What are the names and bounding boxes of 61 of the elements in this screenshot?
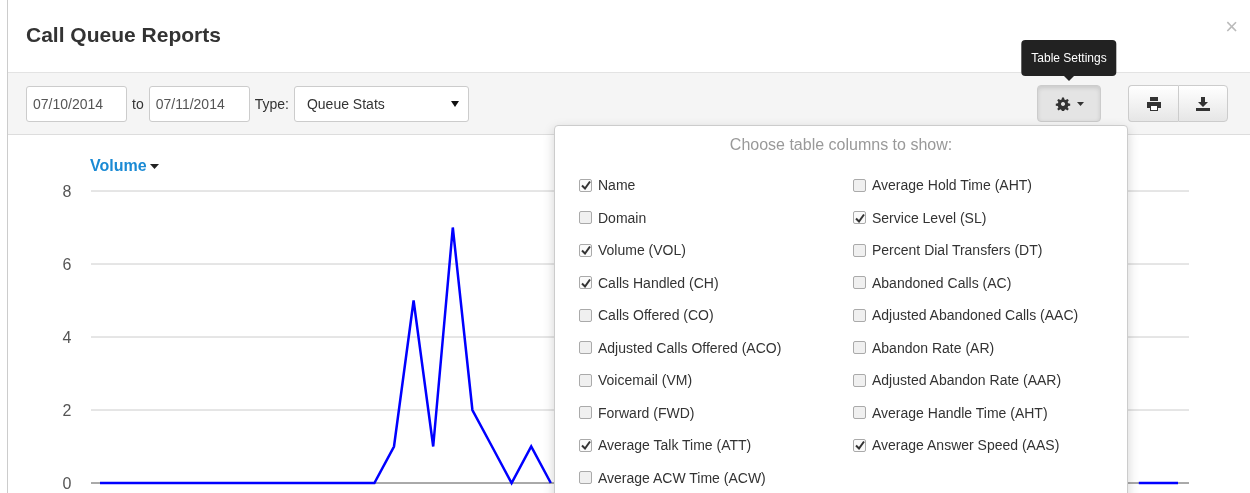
caret-icon <box>1076 101 1084 106</box>
checkbox[interactable] <box>579 243 592 257</box>
checkbox-label: Domain <box>598 209 647 226</box>
tooltip: Table Settings <box>1021 40 1117 76</box>
checkbox-label: Volume (VOL) <box>598 242 686 259</box>
checkbox-label: Adjusted Calls Offered (ACO) <box>598 339 782 356</box>
checkbox[interactable] <box>853 308 866 322</box>
checkbox-label: Voicemail (VM) <box>598 372 693 389</box>
checkbox[interactable] <box>579 276 592 290</box>
checkbox-label: Forward (FWD) <box>598 404 695 421</box>
checkbox-label: Average Talk Time (ATT) <box>598 437 752 454</box>
download-icon <box>1196 96 1210 111</box>
checkbox[interactable] <box>579 178 592 192</box>
checkbox-label: Service Level (SL) <box>872 209 987 226</box>
checkbox[interactable] <box>579 308 592 322</box>
checkbox-label: Calls Handled (CH) <box>598 274 719 291</box>
y-tick-label: 6 <box>62 256 72 273</box>
type-label: Type: <box>254 95 289 112</box>
checkbox-label: Adjusted Abandoned Calls (AAC) <box>872 307 1079 324</box>
checkbox-label: Average Handle Time (AHT) <box>872 404 1048 421</box>
y-tick-label: 0 <box>62 475 72 492</box>
checkbox-label: Percent Dial Transfers (DT) <box>872 242 1043 259</box>
y-tick-label: 2 <box>62 402 72 419</box>
checkbox[interactable] <box>579 406 592 420</box>
table-settings-button[interactable] <box>1037 85 1101 122</box>
caret-icon <box>450 100 459 107</box>
checkbox[interactable] <box>853 438 866 452</box>
checkbox-label: Name <box>598 177 636 194</box>
checkbox-label: Abandon Rate (AR) <box>872 339 995 356</box>
caret-icon <box>149 163 159 169</box>
checkbox-label: Average Answer Speed (AAS) <box>872 437 1060 454</box>
checkbox[interactable] <box>853 243 866 257</box>
checkbox[interactable] <box>579 211 592 225</box>
checkbox-label: Average Hold Time (AHT) <box>872 177 1032 194</box>
start-date-field[interactable]: 07/10/2014 <box>26 85 127 122</box>
printer-icon <box>1145 96 1162 111</box>
checkbox[interactable] <box>853 406 866 420</box>
end-date-field[interactable]: 07/11/2014 <box>148 85 250 122</box>
checkbox[interactable] <box>853 178 866 192</box>
checkbox-label: Abandoned Calls (AC) <box>872 274 1012 291</box>
gear-icon <box>1054 96 1071 111</box>
y-tick-label: 8 <box>62 183 72 200</box>
checkbox[interactable] <box>579 341 592 355</box>
to-label: to <box>132 95 144 112</box>
print-button[interactable] <box>1128 85 1178 122</box>
popup-heading: Choose table columns to show: <box>728 136 954 154</box>
chart-metric-menu[interactable]: Volume <box>90 157 159 175</box>
dialog-title: Call Queue Reports <box>26 23 221 48</box>
checkbox[interactable] <box>579 471 592 485</box>
checkbox-label: Average ACW Time (ACW) <box>598 469 766 486</box>
checkbox[interactable] <box>579 438 592 452</box>
checkbox[interactable] <box>853 211 866 225</box>
checkbox[interactable] <box>853 276 866 290</box>
checkbox-label: Calls Offered (CO) <box>598 307 714 324</box>
checkbox[interactable] <box>579 373 592 387</box>
download-button[interactable] <box>1178 85 1228 122</box>
y-tick-label: 4 <box>62 329 72 346</box>
type-dropdown[interactable]: Queue Stats <box>293 85 469 122</box>
checkbox-label: Adjusted Abandon Rate (AAR) <box>872 372 1062 389</box>
checkbox[interactable] <box>853 373 866 387</box>
checkbox[interactable] <box>853 341 866 355</box>
